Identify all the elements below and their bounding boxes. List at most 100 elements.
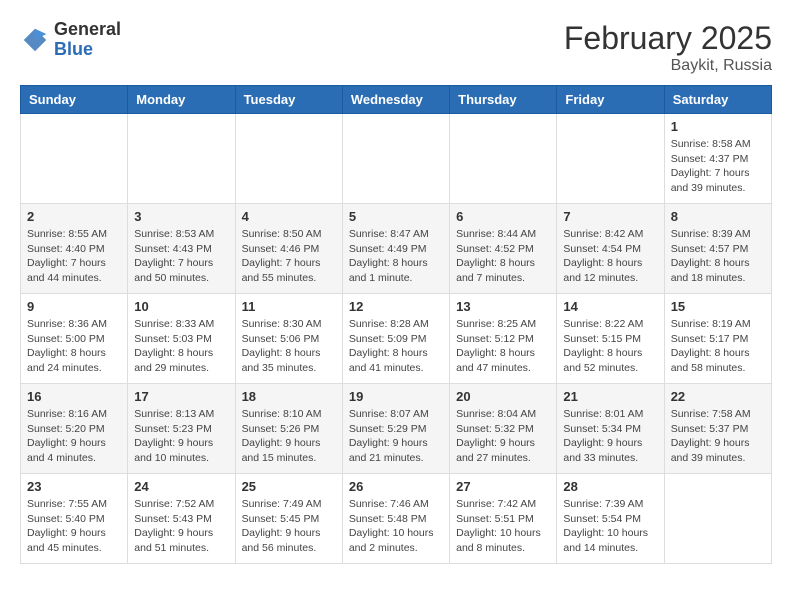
day-number: 14 <box>563 299 657 314</box>
calendar-day: 10 Sunrise: 8:33 AM Sunset: 5:03 PM Dayli… <box>128 294 235 384</box>
day-number: 20 <box>456 389 550 404</box>
column-header-monday: Monday <box>128 86 235 114</box>
column-header-thursday: Thursday <box>450 86 557 114</box>
column-header-saturday: Saturday <box>664 86 771 114</box>
day-info: Sunrise: 8:53 AM Sunset: 4:43 PM Dayligh… <box>134 227 228 286</box>
day-number: 10 <box>134 299 228 314</box>
day-info: Sunrise: 8:39 AM Sunset: 4:57 PM Dayligh… <box>671 227 765 286</box>
day-info: Sunrise: 8:36 AM Sunset: 5:00 PM Dayligh… <box>27 317 121 376</box>
logo-icon <box>20 25 50 55</box>
day-info: Sunrise: 8:44 AM Sunset: 4:52 PM Dayligh… <box>456 227 550 286</box>
day-info: Sunrise: 8:33 AM Sunset: 5:03 PM Dayligh… <box>134 317 228 376</box>
calendar-day <box>557 114 664 204</box>
calendar-header-row: SundayMondayTuesdayWednesdayThursdayFrid… <box>21 86 772 114</box>
calendar-day: 13Sunrise: 8:25 AM Sunset: 5:12 PM Dayli… <box>450 294 557 384</box>
day-info: Sunrise: 8:55 AM Sunset: 4:40 PM Dayligh… <box>27 227 121 286</box>
day-number: 17 <box>134 389 228 404</box>
title-block: February 2025 Baykit, Russia <box>564 20 772 75</box>
day-info: Sunrise: 8:04 AM Sunset: 5:32 PM Dayligh… <box>456 407 550 466</box>
calendar-day: 16Sunrise: 8:16 AM Sunset: 5:20 PM Dayli… <box>21 384 128 474</box>
calendar-day: 5 Sunrise: 8:47 AM Sunset: 4:49 PM Daylig… <box>342 204 449 294</box>
day-info: Sunrise: 8:10 AM Sunset: 5:26 PM Dayligh… <box>242 407 336 466</box>
calendar-day: 23Sunrise: 7:55 AM Sunset: 5:40 PM Dayli… <box>21 474 128 564</box>
day-number: 21 <box>563 389 657 404</box>
day-number: 24 <box>134 479 228 494</box>
calendar-day: 27Sunrise: 7:42 AM Sunset: 5:51 PM Dayli… <box>450 474 557 564</box>
calendar-day: 25Sunrise: 7:49 AM Sunset: 5:45 PM Dayli… <box>235 474 342 564</box>
calendar-day: 22 Sunrise: 7:58 AM Sunset: 5:37 PM Dayli… <box>664 384 771 474</box>
column-header-friday: Friday <box>557 86 664 114</box>
day-info: Sunrise: 7:46 AM Sunset: 5:48 PM Dayligh… <box>349 497 443 556</box>
logo-text: General Blue <box>54 20 121 60</box>
calendar-table: SundayMondayTuesdayWednesdayThursdayFrid… <box>20 85 772 564</box>
calendar-day <box>342 114 449 204</box>
calendar-day <box>21 114 128 204</box>
column-header-tuesday: Tuesday <box>235 86 342 114</box>
day-number: 4 <box>242 209 336 224</box>
day-number: 26 <box>349 479 443 494</box>
calendar-day: 24 Sunrise: 7:52 AM Sunset: 5:43 PM Dayli… <box>128 474 235 564</box>
calendar-day <box>128 114 235 204</box>
day-info: Sunrise: 8:58 AM Sunset: 4:37 PM Dayligh… <box>671 137 765 196</box>
day-number: 6 <box>456 209 550 224</box>
calendar-day: 1 Sunrise: 8:58 AM Sunset: 4:37 PM Daylig… <box>664 114 771 204</box>
day-number: 1 <box>671 119 765 134</box>
calendar-week-row: 9Sunrise: 8:36 AM Sunset: 5:00 PM Daylig… <box>21 294 772 384</box>
calendar-day: 7 Sunrise: 8:42 AM Sunset: 4:54 PM Daylig… <box>557 204 664 294</box>
day-number: 22 <box>671 389 765 404</box>
day-info: Sunrise: 8:13 AM Sunset: 5:23 PM Dayligh… <box>134 407 228 466</box>
day-info: Sunrise: 7:39 AM Sunset: 5:54 PM Dayligh… <box>563 497 657 556</box>
day-number: 5 <box>349 209 443 224</box>
calendar-day: 3 Sunrise: 8:53 AM Sunset: 4:43 PM Daylig… <box>128 204 235 294</box>
day-number: 23 <box>27 479 121 494</box>
day-number: 27 <box>456 479 550 494</box>
calendar-day: 11Sunrise: 8:30 AM Sunset: 5:06 PM Dayli… <box>235 294 342 384</box>
calendar-day: 15 Sunrise: 8:19 AM Sunset: 5:17 PM Dayli… <box>664 294 771 384</box>
calendar-day: 26 Sunrise: 7:46 AM Sunset: 5:48 PM Dayli… <box>342 474 449 564</box>
day-number: 3 <box>134 209 228 224</box>
day-info: Sunrise: 8:16 AM Sunset: 5:20 PM Dayligh… <box>27 407 121 466</box>
logo: General Blue <box>20 20 121 60</box>
calendar-day <box>235 114 342 204</box>
day-info: Sunrise: 7:58 AM Sunset: 5:37 PM Dayligh… <box>671 407 765 466</box>
day-info: Sunrise: 7:52 AM Sunset: 5:43 PM Dayligh… <box>134 497 228 556</box>
day-info: Sunrise: 8:50 AM Sunset: 4:46 PM Dayligh… <box>242 227 336 286</box>
day-info: Sunrise: 8:07 AM Sunset: 5:29 PM Dayligh… <box>349 407 443 466</box>
calendar-day: 28 Sunrise: 7:39 AM Sunset: 5:54 PM Dayli… <box>557 474 664 564</box>
day-number: 25 <box>242 479 336 494</box>
day-info: Sunrise: 8:42 AM Sunset: 4:54 PM Dayligh… <box>563 227 657 286</box>
day-number: 2 <box>27 209 121 224</box>
page-title: February 2025 <box>564 20 772 57</box>
day-number: 12 <box>349 299 443 314</box>
logo-general: General <box>54 19 121 39</box>
day-number: 8 <box>671 209 765 224</box>
calendar-day: 14 Sunrise: 8:22 AM Sunset: 5:15 PM Dayli… <box>557 294 664 384</box>
calendar-day: 17 Sunrise: 8:13 AM Sunset: 5:23 PM Dayli… <box>128 384 235 474</box>
day-info: Sunrise: 8:19 AM Sunset: 5:17 PM Dayligh… <box>671 317 765 376</box>
calendar-day: 20 Sunrise: 8:04 AM Sunset: 5:32 PM Dayli… <box>450 384 557 474</box>
page-header: General Blue February 2025 Baykit, Russi… <box>20 20 772 75</box>
calendar-day: 8 Sunrise: 8:39 AM Sunset: 4:57 PM Daylig… <box>664 204 771 294</box>
day-info: Sunrise: 8:47 AM Sunset: 4:49 PM Dayligh… <box>349 227 443 286</box>
day-number: 15 <box>671 299 765 314</box>
day-number: 18 <box>242 389 336 404</box>
day-info: Sunrise: 8:22 AM Sunset: 5:15 PM Dayligh… <box>563 317 657 376</box>
calendar-week-row: 16Sunrise: 8:16 AM Sunset: 5:20 PM Dayli… <box>21 384 772 474</box>
calendar-week-row: 2 Sunrise: 8:55 AM Sunset: 4:40 PM Daylig… <box>21 204 772 294</box>
calendar-day: 19Sunrise: 8:07 AM Sunset: 5:29 PM Dayli… <box>342 384 449 474</box>
calendar-day: 21 Sunrise: 8:01 AM Sunset: 5:34 PM Dayli… <box>557 384 664 474</box>
day-number: 28 <box>563 479 657 494</box>
logo-blue: Blue <box>54 39 93 59</box>
day-info: Sunrise: 8:28 AM Sunset: 5:09 PM Dayligh… <box>349 317 443 376</box>
day-number: 11 <box>242 299 336 314</box>
day-info: Sunrise: 8:01 AM Sunset: 5:34 PM Dayligh… <box>563 407 657 466</box>
calendar-day <box>450 114 557 204</box>
column-header-sunday: Sunday <box>21 86 128 114</box>
day-number: 13 <box>456 299 550 314</box>
calendar-day: 12 Sunrise: 8:28 AM Sunset: 5:09 PM Dayli… <box>342 294 449 384</box>
page-subtitle: Baykit, Russia <box>564 57 772 75</box>
calendar-day: 9Sunrise: 8:36 AM Sunset: 5:00 PM Daylig… <box>21 294 128 384</box>
day-number: 7 <box>563 209 657 224</box>
calendar-week-row: 1 Sunrise: 8:58 AM Sunset: 4:37 PM Daylig… <box>21 114 772 204</box>
column-header-wednesday: Wednesday <box>342 86 449 114</box>
